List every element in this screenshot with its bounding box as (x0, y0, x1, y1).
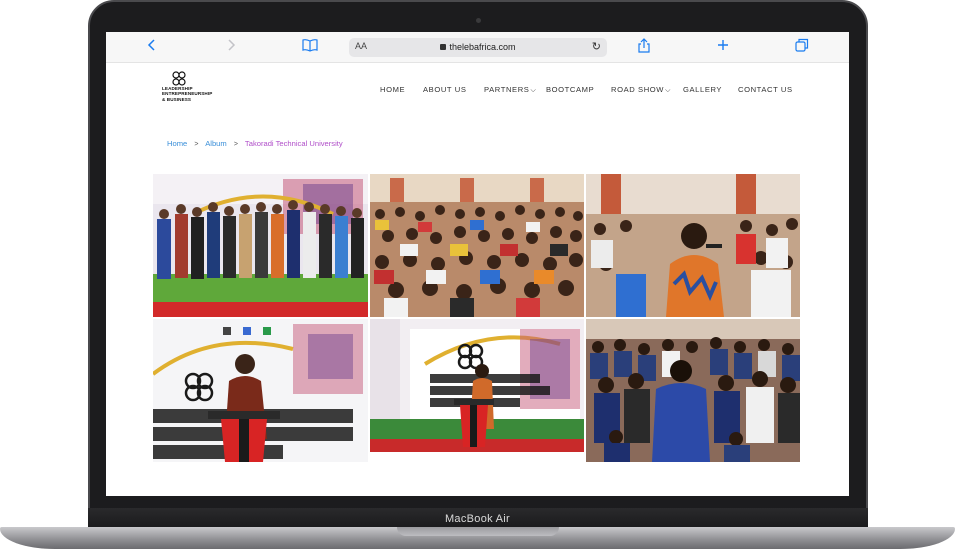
laptop-notch (397, 527, 559, 536)
breadcrumb-separator: > (233, 141, 238, 148)
nav-contact-us[interactable]: CONTACT US (738, 85, 793, 94)
nav-gallery[interactable]: GALLERY (683, 85, 722, 94)
nav-road-show[interactable]: ROAD SHOW⌵ (611, 85, 671, 95)
url-value: thelebafrica.com (449, 42, 516, 52)
address-bar[interactable]: AA thelebafrica.com ↻ (349, 38, 607, 57)
nav-partners[interactable]: PARTNERS⌵ (484, 85, 536, 95)
back-icon[interactable] (147, 38, 157, 57)
nav-home[interactable]: HOME (380, 85, 405, 94)
breadcrumb-current: Takoradi Technical University (244, 139, 343, 148)
site-header: LEADERSHIP ENTREPRENEURSHIP & BUSINESS H… (106, 63, 849, 118)
breadcrumb: Home > Album > Takoradi Technical Univer… (167, 139, 343, 148)
url-text: thelebafrica.com (349, 42, 607, 52)
lock-icon (440, 44, 447, 50)
breadcrumb-home[interactable]: Home (167, 139, 187, 148)
tabs-icon[interactable] (795, 38, 809, 57)
gallery-photo-group[interactable] (153, 174, 368, 317)
breadcrumb-album[interactable]: Album (205, 139, 227, 148)
site-logo[interactable]: LEADERSHIP ENTREPRENEURSHIP & BUSINESS (162, 71, 232, 111)
screen: AA thelebafrica.com ↻ LEADERSHIP ENTREPR… (106, 32, 849, 496)
breadcrumb-separator: > (194, 141, 199, 148)
new-tab-icon[interactable] (717, 38, 729, 57)
bookmarks-icon[interactable] (302, 38, 318, 57)
logo-mark-icon (172, 71, 186, 86)
reload-icon[interactable]: ↻ (592, 40, 601, 53)
logo-text: LEADERSHIP ENTREPRENEURSHIP & BUSINESS (162, 86, 213, 102)
chevron-down-icon: ⌵ (665, 87, 671, 94)
photo-gallery (153, 174, 800, 462)
camera (476, 18, 481, 23)
nav-bootcamp[interactable]: BOOTCAMP (546, 85, 594, 94)
share-icon[interactable] (638, 38, 650, 58)
gallery-photo-audience[interactable] (370, 174, 584, 317)
forward-icon[interactable] (226, 38, 236, 57)
gallery-photo-woman-podium[interactable] (370, 319, 584, 452)
nav-about-us[interactable]: ABOUT US (423, 85, 466, 94)
browser-toolbar: AA thelebafrica.com ↻ (106, 32, 849, 63)
model-label: MacBook Air (444, 513, 511, 525)
gallery-photo-man-podium[interactable] (153, 319, 368, 462)
gallery-photo-students[interactable] (586, 319, 800, 462)
chevron-down-icon: ⌵ (530, 87, 537, 94)
gallery-photo-woman-speaking[interactable] (586, 174, 800, 317)
